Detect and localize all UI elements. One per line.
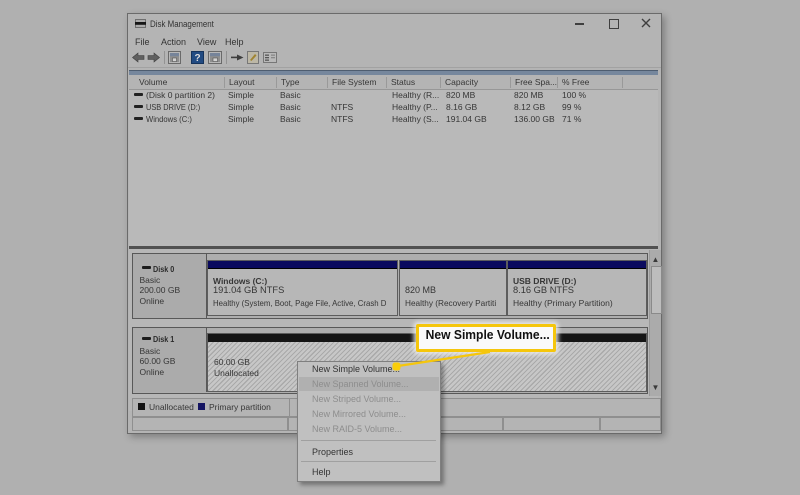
svg-text:?: ? bbox=[194, 53, 200, 64]
